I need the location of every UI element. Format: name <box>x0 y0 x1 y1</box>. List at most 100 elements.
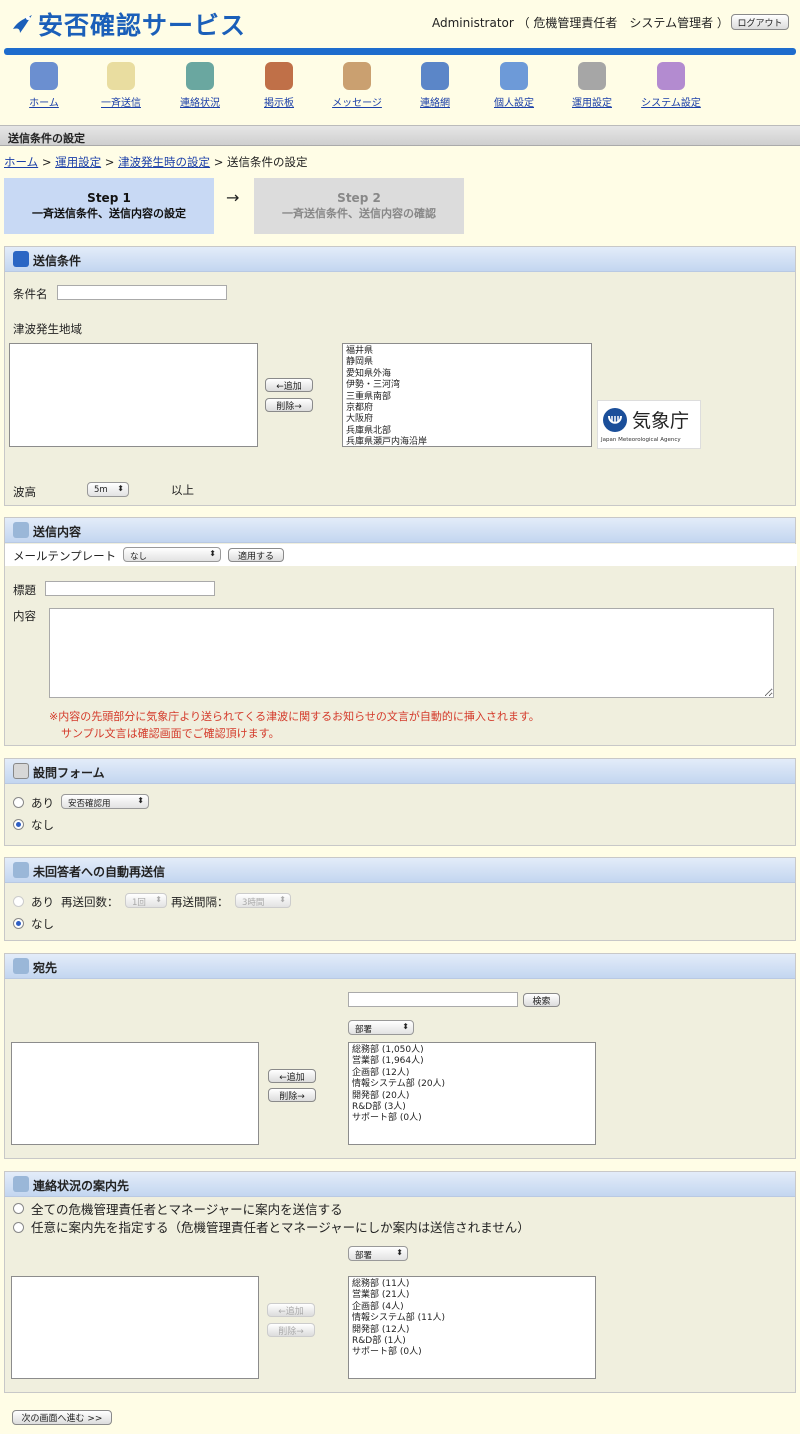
department-option[interactable]: 情報システム部 (20人) <box>352 1079 592 1090</box>
region-option[interactable]: 福井県 <box>346 346 588 357</box>
recipient-search-button[interactable]: 検索 <box>523 993 560 1007</box>
apply-template-button[interactable]: 適用する <box>228 548 284 562</box>
notify-department-option[interactable]: 開発部 (12人) <box>352 1325 592 1336</box>
next-button[interactable]: 次の画面へ進む >> <box>12 1410 112 1425</box>
notify-department-option[interactable]: 情報システム部 (11人) <box>352 1313 592 1324</box>
region-option[interactable]: 大阪府 <box>346 414 588 425</box>
nav-item[interactable]: メッセージ <box>322 62 392 109</box>
resend-no-radio[interactable] <box>13 918 24 929</box>
region-option[interactable]: 三重県南部 <box>346 392 588 403</box>
body-label: 内容 <box>13 609 36 623</box>
nav-item[interactable]: 個人設定 <box>479 62 549 109</box>
template-select[interactable]: なし <box>123 547 221 562</box>
notify-department-option[interactable]: 営業部 (21人) <box>352 1290 592 1301</box>
notify-department-option[interactable]: 総務部 (11人) <box>352 1279 592 1290</box>
survey-form-select[interactable]: 安否確認用 <box>61 794 149 809</box>
recipients-mail-icon <box>13 958 29 974</box>
notify-group-select[interactable]: 部署 <box>348 1246 408 1261</box>
resend-count-select[interactable]: 1回 <box>125 893 167 908</box>
notify-department-option[interactable]: 企画部 (4人) <box>352 1302 592 1313</box>
nav-label[interactable]: 連絡状況 <box>180 98 220 109</box>
users-icon <box>500 62 528 90</box>
add-notify-button[interactable]: ←追加 <box>267 1303 315 1317</box>
breadcrumb-operations[interactable]: 運用設定 <box>55 155 101 169</box>
breadcrumb-separator: > <box>213 155 224 169</box>
nav-item[interactable]: 一斉送信 <box>86 62 156 109</box>
remove-region-button[interactable]: 削除→ <box>265 398 313 412</box>
recipient-search-input[interactable] <box>348 992 518 1007</box>
department-option[interactable]: 総務部 (1,050人) <box>352 1045 592 1056</box>
report-icon <box>186 62 214 90</box>
selected-regions-list[interactable] <box>9 343 258 447</box>
nav-item[interactable]: 掲示板 <box>244 62 314 109</box>
notify-department-option[interactable]: サポート部 (0人) <box>352 1347 592 1358</box>
nav-label[interactable]: 運用設定 <box>572 98 612 109</box>
recipients-title: 宛先 <box>33 961 58 975</box>
resend-interval-select[interactable]: 3時間 <box>235 893 291 908</box>
gears-icon <box>578 62 606 90</box>
department-option[interactable]: 営業部 (1,964人) <box>352 1056 592 1067</box>
add-recipient-button[interactable]: ←追加 <box>268 1069 316 1083</box>
notify-department-option[interactable]: R&D部 (1人) <box>352 1336 592 1347</box>
breadcrumb-tsunami[interactable]: 津波発生時の設定 <box>118 155 210 169</box>
jma-name: 気象庁 <box>632 410 690 432</box>
body-textarea[interactable] <box>49 608 774 698</box>
nav-item[interactable]: 運用設定 <box>557 62 627 109</box>
survey-yes-radio[interactable] <box>13 797 24 808</box>
template-label: メールテンプレート <box>13 549 117 563</box>
add-region-button[interactable]: ←追加 <box>265 378 313 392</box>
content-title: 送信内容 <box>33 525 82 539</box>
header-divider <box>4 48 796 55</box>
breadcrumb-current: 送信条件の設定 <box>227 155 308 169</box>
nav-label[interactable]: 掲示板 <box>264 98 294 109</box>
nav-label[interactable]: システム設定 <box>641 98 701 109</box>
available-departments-list[interactable]: 総務部 (1,050人) 営業部 (1,964人) 企画部 (12人) 情報システム部… <box>348 1042 596 1145</box>
notify-all-radio[interactable] <box>13 1203 24 1214</box>
department-option[interactable]: サポート部 (0人) <box>352 1113 592 1124</box>
breadcrumb: ホーム > 運用設定 > 津波発生時の設定 > 送信条件の設定 <box>4 154 308 170</box>
selected-recipients-list[interactable] <box>11 1042 259 1145</box>
logout-button[interactable]: ログアウト <box>731 14 789 30</box>
step-1-label: 一斉送信条件、送信内容の設定 <box>32 207 186 220</box>
auto-insert-note-line1: ※内容の先頭部分に気象庁より送られてくる津波に関するお知らせの文言が自動的に挿入… <box>49 710 540 723</box>
selected-notify-list[interactable] <box>11 1276 259 1379</box>
region-option[interactable]: 京都府 <box>346 403 588 414</box>
breadcrumb-separator: > <box>41 155 52 169</box>
nav-item[interactable]: システム設定 <box>636 62 706 109</box>
notify-custom-radio[interactable] <box>13 1222 24 1233</box>
region-option[interactable]: 伊勢・三河湾 <box>346 380 588 391</box>
survey-no-radio[interactable] <box>13 819 24 830</box>
resend-title: 未回答者への自動再送信 <box>33 865 166 879</box>
region-option[interactable]: 静岡県 <box>346 357 588 368</box>
board-icon <box>265 62 293 90</box>
breadcrumb-home[interactable]: ホーム <box>4 155 38 169</box>
subject-input[interactable] <box>45 581 215 596</box>
notify-departments-list[interactable]: 総務部 (11人) 営業部 (21人) 企画部 (4人) 情報システム部 (11人) 開… <box>348 1276 596 1379</box>
remove-notify-button[interactable]: 削除→ <box>267 1323 315 1337</box>
remove-recipient-button[interactable]: 削除→ <box>268 1088 316 1102</box>
region-option[interactable]: 兵庫県瀬戸内海沿岸 <box>346 437 588 446</box>
breadcrumb-separator: > <box>104 155 115 169</box>
condition-name-input[interactable] <box>57 285 227 300</box>
nav-label[interactable]: 連絡網 <box>420 98 450 109</box>
notify-header: 連絡状況の案内先 <box>5 1172 795 1197</box>
nav-label[interactable]: メッセージ <box>332 98 382 109</box>
nav-item[interactable]: ホーム <box>9 62 79 109</box>
recipient-group-select[interactable]: 部署 <box>348 1020 414 1035</box>
region-option[interactable]: 兵庫県北部 <box>346 426 588 437</box>
region-option[interactable]: 愛知県外海 <box>346 369 588 380</box>
system-gears-icon <box>657 62 685 90</box>
nav-item[interactable]: 連絡状況 <box>165 62 235 109</box>
department-option[interactable]: 企画部 (12人) <box>352 1068 592 1079</box>
department-option[interactable]: R&D部 (3人) <box>352 1102 592 1113</box>
nav-item[interactable]: 連絡網 <box>400 62 470 109</box>
department-option[interactable]: 開発部 (20人) <box>352 1091 592 1102</box>
nav-label[interactable]: 一斉送信 <box>101 98 141 109</box>
wave-height-select[interactable]: 5m <box>87 482 129 497</box>
nav-label[interactable]: ホーム <box>29 98 59 109</box>
available-regions-list[interactable]: 福井県 静岡県 愛知県外海 伊勢・三河湾 三重県南部 京都府 大阪府 兵庫県北部 兵庫県瀬戸内海… <box>342 343 592 447</box>
conditions-section: 送信条件 条件名 津波発生地域 ←追加 削除→ 福井県 静岡県 愛知県外海 伊勢・三河… <box>4 246 796 506</box>
step-arrow: → <box>226 188 240 207</box>
nav-label[interactable]: 個人設定 <box>494 98 534 109</box>
resend-yes-radio[interactable] <box>13 896 24 907</box>
